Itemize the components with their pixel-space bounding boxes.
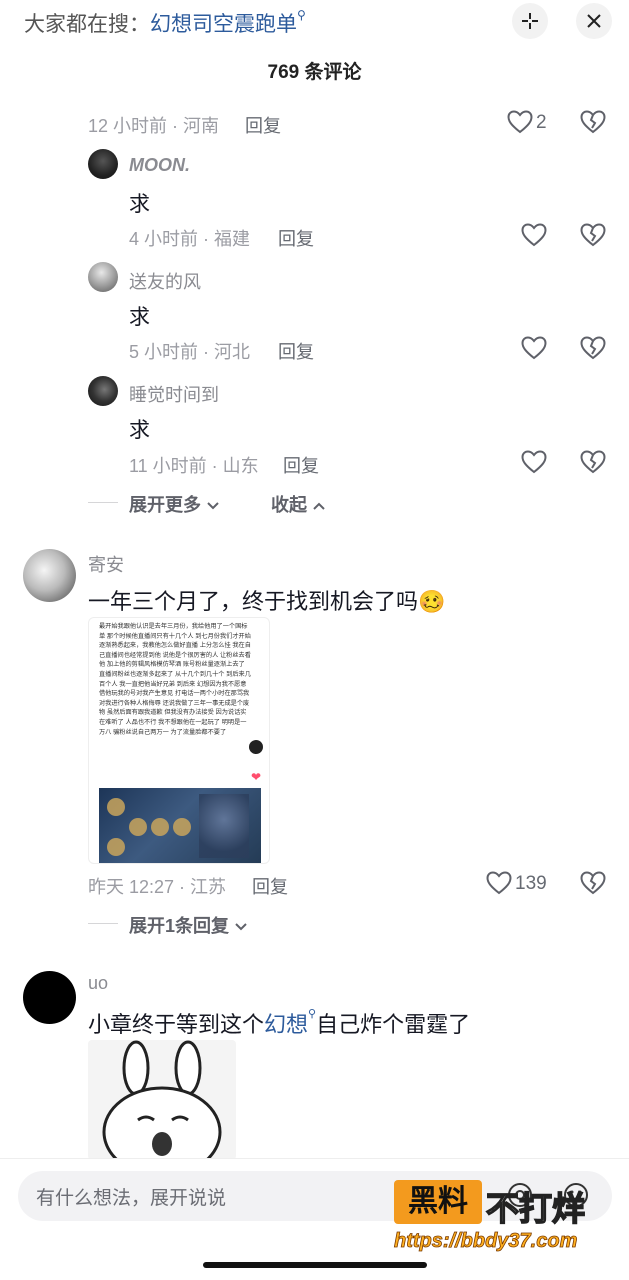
heart-icon[interactable]: [521, 450, 547, 474]
divider: [88, 923, 118, 924]
reply-username[interactable]: 送友的风: [129, 268, 201, 294]
home-indicator[interactable]: [203, 1262, 427, 1268]
avatar: [249, 740, 263, 754]
search-suggestion[interactable]: 大家都在搜：幻想司空震跑单⚲: [24, 8, 306, 38]
expand-replies-button[interactable]: 展开1条回复: [129, 912, 248, 938]
close-button[interactable]: [576, 3, 612, 39]
chevron-up-icon: [313, 502, 325, 510]
watermark-text: 不打烊: [485, 1189, 586, 1228]
like-count: 2: [536, 112, 547, 133]
divider: [88, 502, 118, 503]
watermark-box: 黑料: [394, 1180, 482, 1224]
watermark: 黑料 不打烊 https://bbdy37.com: [394, 1180, 614, 1260]
reply-text: 求: [129, 419, 150, 442]
search-icon: ⚲: [308, 1008, 317, 1020]
search-prefix: 大家都在搜：: [24, 13, 150, 36]
expand-replies-label: 展开1条回复: [129, 916, 230, 936]
heart-sticker-icon: ❤: [251, 770, 262, 784]
reply-time-location: 4 小时前 · 福建: [129, 229, 251, 249]
close-icon: [587, 14, 601, 28]
search-icon: ⚲: [297, 8, 306, 22]
watermark-url: https://bbdy37.com: [394, 1230, 578, 1253]
dislike-icon[interactable]: [580, 450, 606, 474]
expand-more-button[interactable]: 展开更多: [129, 491, 220, 517]
search-keyword[interactable]: 幻想司空震跑单: [150, 13, 297, 36]
chevron-down-icon: [207, 502, 219, 510]
comment-username[interactable]: 寄安: [88, 551, 124, 577]
comment-text: 小章终于等到这个幻想⚲自己炸个雷霆了: [88, 1007, 470, 1039]
like-count: 139: [515, 873, 547, 894]
heart-icon[interactable]: [521, 336, 547, 360]
comment-time-location: 12 小时前 · 河南: [88, 116, 220, 136]
reply-button[interactable]: 回复: [278, 225, 314, 251]
keyword-link[interactable]: 幻想: [264, 1012, 308, 1037]
game-screenshot: [99, 788, 261, 863]
reply-time-location: 11 小时前 · 山东: [129, 456, 259, 476]
comment-body: 小章终于等到这个: [88, 1012, 265, 1037]
comments-header: 大家都在搜：幻想司空震跑单⚲ 769 条评论: [0, 0, 629, 90]
dislike-icon[interactable]: [580, 336, 606, 360]
comment-username[interactable]: uo: [88, 973, 108, 994]
heart-icon[interactable]: [486, 871, 512, 895]
dislike-icon[interactable]: [580, 223, 606, 247]
minimize-button[interactable]: [512, 3, 548, 39]
bunny-sticker-icon: [102, 1040, 222, 1160]
avatar[interactable]: [88, 376, 118, 406]
avatar[interactable]: [23, 549, 76, 602]
chevron-down-icon: [235, 923, 247, 931]
reply-time-location: 5 小时前 · 河北: [129, 342, 251, 362]
avatar[interactable]: [88, 149, 118, 179]
heart-icon[interactable]: [521, 223, 547, 247]
comment-input-placeholder: 有什么想法，展开说说: [36, 1188, 227, 1209]
reply-text: 求: [129, 193, 150, 216]
comment-body: 一年三个月了，终于找到机会了吗: [88, 589, 419, 614]
collapse-label: 收起: [271, 495, 307, 515]
reply-text: 求: [129, 306, 150, 329]
emoji: 🥴: [418, 589, 446, 614]
collapse-button[interactable]: 收起: [271, 491, 326, 517]
comment-count: 769 条评论: [267, 62, 362, 83]
avatar[interactable]: [88, 262, 118, 292]
reply-username[interactable]: MOON.: [129, 155, 190, 176]
reply-button[interactable]: 回复: [245, 112, 281, 138]
reply-button[interactable]: 回复: [252, 873, 288, 899]
dislike-icon[interactable]: [580, 871, 606, 895]
comment-body-tail: 自己炸个雷霆了: [316, 1012, 471, 1037]
expand-more-label: 展开更多: [129, 495, 201, 515]
dislike-icon[interactable]: [580, 110, 606, 134]
sticker-image[interactable]: [88, 1040, 236, 1160]
comment-text: 一年三个月了，终于找到机会了吗🥴: [88, 584, 445, 616]
comment-image[interactable]: 最开始我跟他认识是去年三月份，我给他用了一个国标单 那个时候他直播间只有十几个人…: [88, 617, 270, 864]
comment-time-location: 昨天 12:27 · 江苏: [88, 877, 227, 897]
minimize-icon: [522, 13, 538, 29]
reply-button[interactable]: 回复: [278, 338, 314, 364]
heart-icon[interactable]: [507, 110, 533, 134]
image-text: 最开始我跟他认识是去年三月份，我给他用了一个国标单 那个时候他直播间只有十几个人…: [99, 623, 251, 736]
reply-button[interactable]: 回复: [283, 452, 319, 478]
reply-username[interactable]: 睡觉时间到: [129, 381, 219, 407]
avatar[interactable]: [23, 971, 76, 1024]
